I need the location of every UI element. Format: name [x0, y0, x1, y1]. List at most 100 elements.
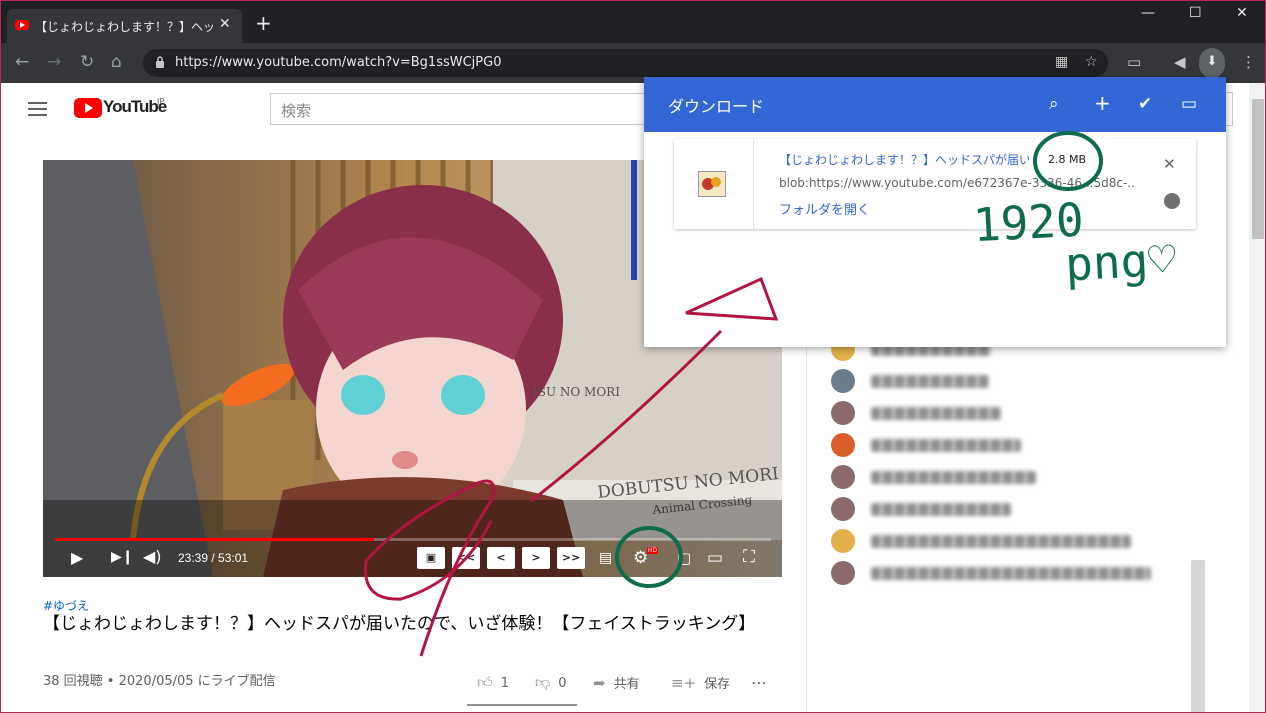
- chat-message: [831, 561, 1211, 587]
- like-count: 1: [500, 676, 509, 691]
- video-title: 【じょわじょわします！？】ヘッドスパが届いたので、いざ体験！【フェイストラッキン…: [43, 614, 756, 634]
- download-filename[interactable]: 【じょわじょわします！？】ヘッドスパが届いたので: [779, 151, 1029, 168]
- volume-icon[interactable]: ◀): [143, 547, 162, 566]
- search-placeholder: 検索: [281, 102, 312, 120]
- miniplayer-icon[interactable]: ▢: [677, 549, 691, 567]
- image-file-icon: [698, 171, 726, 197]
- hamburger-menu-icon[interactable]: [28, 102, 47, 116]
- chat-avatar[interactable]: [831, 369, 855, 393]
- home-icon[interactable]: ⌂: [111, 52, 122, 72]
- qr-code-icon[interactable]: ▦: [1055, 54, 1068, 70]
- maximize-button[interactable]: ☐: [1189, 5, 1202, 21]
- subtitles-icon[interactable]: ▤: [599, 550, 612, 566]
- skip-back-long-button[interactable]: <<: [452, 547, 480, 569]
- playlist-add-icon: ≡+: [671, 674, 697, 692]
- chat-avatar[interactable]: [831, 561, 855, 585]
- save-label: 保存: [704, 677, 731, 692]
- youtube-logo-icon[interactable]: [74, 98, 102, 118]
- download-size: 2.8 MB: [1048, 153, 1087, 166]
- chat-message-blurred: [871, 535, 1131, 548]
- chat-message-blurred: [871, 375, 989, 388]
- search-icon[interactable]: ⌕: [1049, 94, 1059, 114]
- chat-avatar[interactable]: [831, 433, 855, 457]
- chat-message-blurred: [871, 503, 1011, 516]
- annotation-note: 1920 png♡: [972, 193, 1178, 292]
- dislike-button[interactable]: 👎︎ 0: [535, 673, 567, 692]
- address-bar[interactable]: https://www.youtube.com/watch?v=Bg1ssWCj…: [143, 49, 1108, 77]
- next-icon[interactable]: ▶❙: [111, 549, 134, 565]
- download-close-icon[interactable]: ✕: [1163, 155, 1176, 173]
- screenshot-button[interactable]: ▣: [417, 547, 445, 569]
- chat-avatar[interactable]: [831, 529, 855, 553]
- page-scrollbar[interactable]: [1249, 83, 1265, 712]
- chat-avatar[interactable]: [831, 497, 855, 521]
- dislike-count: 0: [558, 676, 567, 691]
- skip-forward-long-button[interactable]: >>: [557, 547, 585, 569]
- play-icon[interactable]: ▶: [71, 548, 83, 567]
- chat-message: [831, 465, 1211, 491]
- tab-title: 【じょわじょわします！？】ヘッドスパが届いたので…: [35, 20, 213, 34]
- download-thumb-area: [674, 139, 754, 229]
- share-label: 共有: [613, 677, 640, 692]
- folder-icon[interactable]: ▭: [1181, 94, 1197, 114]
- thumbs-down-icon: 👎︎: [535, 673, 551, 691]
- progress-fill: [55, 538, 375, 541]
- share-button[interactable]: ➦ 共有: [593, 673, 640, 692]
- downloads-header: ダウンロード ⌕ + ✔ ▭: [644, 77, 1226, 132]
- settings-gear-icon[interactable]: ⚙: [633, 548, 648, 568]
- browser-window: 【じょわじょわします！？】ヘッドスパが届いたので… ✕ + — ☐ ✕ ← → …: [0, 0, 1266, 713]
- chat-scrollbar[interactable]: [1191, 560, 1205, 712]
- youtube-favicon-icon: [15, 20, 29, 30]
- theater-mode-icon[interactable]: ▭: [707, 548, 723, 568]
- kebab-menu-icon[interactable]: ⋮: [1241, 53, 1256, 71]
- downloads-title: ダウンロード: [668, 97, 765, 116]
- chat-message-blurred: [871, 567, 1151, 580]
- player-controls: ▶ ▶❙ ◀) 23:39 / 53:01 ▣ << < > >> ▤ ⚙ HD…: [43, 542, 782, 577]
- chat-message: [831, 529, 1211, 555]
- download-icon[interactable]: ⬇: [1199, 48, 1225, 78]
- tab-strip: 【じょわじょわします！？】ヘッドスパが届いたので… ✕ + — ☐ ✕: [1, 1, 1265, 43]
- skip-forward-button[interactable]: >: [522, 547, 550, 569]
- browser-tab[interactable]: 【じょわじょわします！？】ヘッドスパが届いたので… ✕: [7, 9, 242, 43]
- reload-icon[interactable]: ↻: [80, 52, 94, 72]
- media-router-icon[interactable]: ▭: [1127, 53, 1141, 71]
- time-display: 23:39 / 53:01: [178, 551, 249, 565]
- download-url: blob:https://www.youtube.com/e672367e-33…: [779, 176, 1134, 190]
- minimize-button[interactable]: —: [1141, 5, 1155, 21]
- star-icon[interactable]: ☆: [1085, 54, 1098, 70]
- chat-avatar[interactable]: [831, 401, 855, 425]
- chat-message: [831, 401, 1211, 427]
- share-arrow-icon: ➦: [593, 674, 606, 692]
- chat-message-blurred: [871, 471, 1036, 484]
- chat-message-blurred: [871, 439, 1021, 452]
- forward-arrow-icon[interactable]: →: [47, 52, 61, 72]
- back-arrow-icon[interactable]: ←: [15, 52, 29, 72]
- country-code: JP: [157, 97, 165, 106]
- save-button[interactable]: ≡+ 保存: [671, 673, 730, 692]
- sentiment-bar: [467, 704, 577, 706]
- thumbs-up-icon: 👍︎: [477, 673, 493, 691]
- chat-message: [831, 369, 1211, 395]
- chat-message: [831, 433, 1211, 459]
- new-tab-button[interactable]: +: [255, 13, 272, 33]
- chat-message: [831, 497, 1211, 523]
- mute-icon[interactable]: ◀: [1174, 53, 1186, 71]
- add-icon[interactable]: +: [1094, 91, 1111, 115]
- open-folder-link[interactable]: フォルダを開く: [779, 199, 870, 218]
- hd-badge: HD: [647, 547, 659, 554]
- url-text: https://www.youtube.com/watch?v=Bg1ssWCj…: [175, 55, 502, 70]
- svg-text:ISU NO MORI: ISU NO MORI: [533, 385, 620, 399]
- skip-back-button[interactable]: <: [487, 547, 515, 569]
- fullscreen-icon[interactable]: ⛶: [743, 547, 755, 567]
- search-input[interactable]: 検索: [270, 93, 660, 125]
- page-scroll-thumb[interactable]: [1252, 99, 1264, 239]
- tab-close-icon[interactable]: ✕: [219, 16, 231, 32]
- lock-icon: [156, 56, 164, 68]
- like-button[interactable]: 👍︎ 1: [477, 673, 509, 692]
- chat-avatar[interactable]: [831, 465, 855, 489]
- close-window-button[interactable]: ✕: [1236, 5, 1248, 21]
- progress-bar[interactable]: [55, 538, 771, 541]
- clear-all-icon[interactable]: ✔: [1138, 94, 1152, 114]
- more-actions-button[interactable]: ⋯: [751, 673, 767, 692]
- view-info: 38 回視聴 • 2020/05/05 にライブ配信: [43, 674, 276, 689]
